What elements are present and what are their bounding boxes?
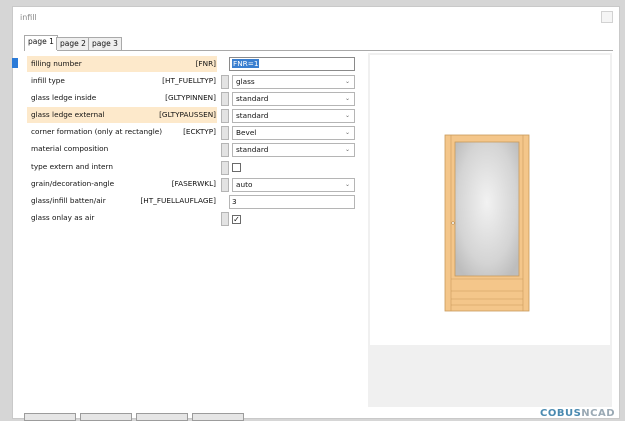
label-corner-formation: corner formation (only at rectangle) [31,127,163,136]
corner-formation-handle[interactable] [221,126,229,140]
code-fnr: [FNR] [195,59,216,68]
type-extern-intern-handle[interactable] [221,161,229,175]
chevron-down-icon: ⌄ [344,95,350,102]
bottom-button-1[interactable] [24,413,76,421]
grain-angle-handle[interactable] [221,178,229,192]
cobus-ncad-logo: COBUSNCAD [540,408,616,419]
chevron-down-icon: ⌄ [344,129,350,136]
code-ht-fuellauflage: [HT_FUELLAUFLAGE] [140,196,216,205]
material-composition-value: standard [236,145,269,154]
glass-ledge-inside-select[interactable]: standard ⌄ [232,92,355,106]
door-preview [444,134,530,312]
label-glass-ledge-inside: glass ledge inside [31,93,97,102]
corner-formation-value: Bevel [236,128,257,137]
label-type-extern-intern: type extern and intern [31,162,114,171]
label-grain-decoration-angle: grain/decoration-angle [31,179,115,188]
door-handle-icon [451,221,455,225]
material-composition-handle[interactable] [221,143,229,157]
type-extern-intern-checkbox[interactable] [232,163,241,172]
left-edge-indicator [12,58,18,68]
code-faserwkl: [FASERWKL] [171,179,216,188]
label-infill-type: infill type [31,76,65,85]
checkmark-icon: ✓ [233,215,240,224]
label-glass-infill-batten: glass/infill batten/air [31,196,106,205]
glass-ledge-inside-value: standard [236,94,269,103]
label-material-composition: material composition [31,144,109,153]
infill-type-select[interactable]: glass ⌄ [232,75,355,89]
chevron-down-icon: ⌄ [344,146,350,153]
tab-page-2[interactable]: page 2 [56,37,90,50]
corner-formation-select[interactable]: Bevel ⌄ [232,126,355,140]
code-ht-fuelltyp: [HT_FUELLTYP] [162,76,216,85]
bottom-button-3[interactable] [136,413,188,421]
chevron-down-icon: ⌄ [344,78,350,85]
tab-page-1[interactable]: page 1 [24,35,58,51]
grain-angle-select[interactable]: auto ⌄ [232,178,355,192]
chevron-down-icon: ⌄ [344,181,350,188]
bottom-button-4[interactable] [192,413,244,421]
glass-ledge-external-value: standard [236,111,269,120]
infill-type-value: glass [236,77,255,86]
glass-onlay-air-handle[interactable] [221,212,229,226]
door-glass [454,141,520,277]
material-composition-select[interactable]: standard ⌄ [232,143,355,157]
glass-infill-batten-input[interactable]: 3 [229,195,355,209]
glass-ledge-inside-handle[interactable] [221,92,229,106]
filling-number-input[interactable]: FNR=1 [229,57,355,71]
infill-type-handle[interactable] [221,75,229,89]
dialog-title: infill [20,13,37,22]
label-glass-ledge-external: glass ledge external [31,110,105,119]
close-button[interactable] [601,11,613,23]
tab-page-3[interactable]: page 3 [88,37,122,50]
code-gltypaussen: [GLTYPAUSSEN] [159,110,216,119]
glass-ledge-external-select[interactable]: standard ⌄ [232,109,355,123]
code-gltypinnen: [GLTYPINNEN] [165,93,216,102]
chevron-down-icon: ⌄ [344,112,350,119]
label-glass-onlay-air: glass onlay as air [31,213,95,222]
grain-angle-value: auto [236,180,253,189]
label-filling-number: filling number [31,59,82,68]
filling-number-value: FNR=1 [232,59,260,68]
bottom-button-2[interactable] [80,413,132,421]
tab-strip-border [24,50,613,51]
glass-ledge-external-handle[interactable] [221,109,229,123]
code-ecktyp: [ECKTYP] [183,127,216,136]
glass-onlay-air-checkbox[interactable]: ✓ [232,215,241,224]
